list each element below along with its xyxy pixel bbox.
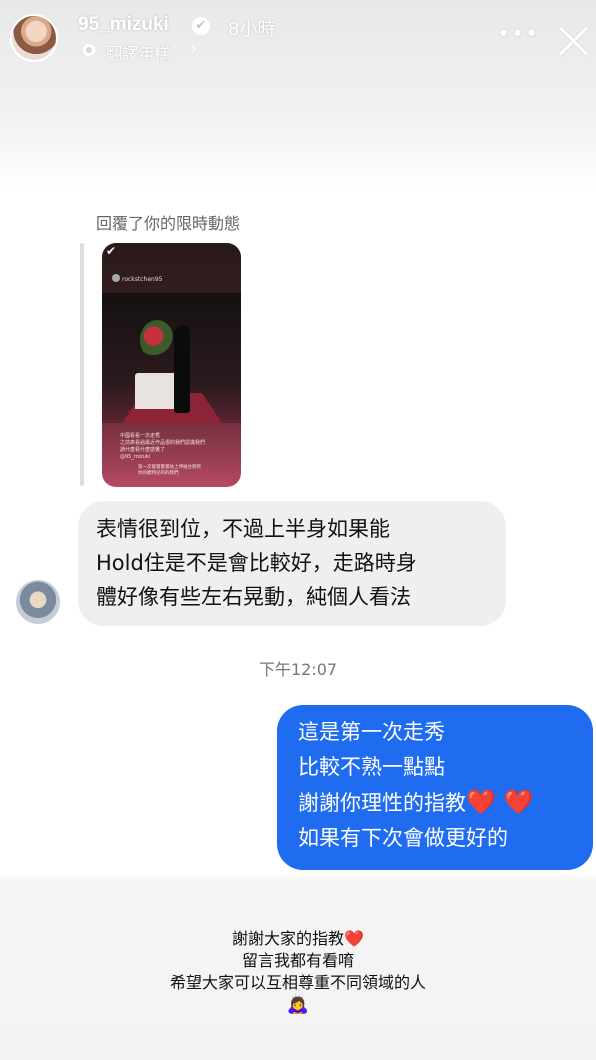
check-icon: ✔ [106,244,117,258]
thumb-caption: 中國看看一次走秀 之前來看過最近作品很的我們認識我們 請什麼看什麼感覺了 @95… [120,433,205,461]
thumb-caption-line: 請什麼看什麼感覺了 [120,447,166,453]
chevron-right-icon[interactable]: › [190,38,197,59]
message-line: Hold住是不是會比較好，走路時身 [96,551,417,575]
reply-quote-bar [80,243,84,486]
message-line: 比較不熟一點點 [298,755,445,779]
thumb-table [135,373,177,409]
message-line: 如果有下次會做更好的 [298,826,508,850]
sender-avatar[interactable] [16,580,60,624]
thumb-model-figure [174,325,190,413]
message-line: 體好像有些左右晃動，純個人看法 [96,585,411,609]
outgoing-message-text: 這是第一次走秀 比較不熟一點點 謝謝你理性的指教❤️ ❤️ 如果有下次會做更好的 [298,715,533,856]
message-line: 這是第一次走秀 [298,720,445,744]
message-line: 表情很到位，不過上半身如果能 [96,517,390,541]
story-header: 95_mizuki ✔ 8小時 翻譯年糕 › ••• [0,0,596,80]
thumb-flowers [140,320,174,360]
thumb-avatar [112,274,120,282]
message-line-text: 謝謝你理性的指教 [298,791,466,815]
username[interactable]: 95_mizuki [78,14,169,36]
heart-icon: ❤️ [344,929,364,948]
caption-line: 留言我都有看唷 [241,951,354,970]
reply-context-label: 回覆了你的限時動態 [96,214,241,233]
incoming-message-text: 表情很到位，不過上半身如果能 Hold住是不是會比較好，走路時身 體好像有些左右… [96,512,496,614]
replied-story-thumbnail[interactable]: ✔ rockstchen95 中國看看一次走秀 之前來看過最近作品很的我們認識我… [102,243,241,487]
caption-line: 謝謝大家的指教❤️ [0,928,596,950]
story-caption: 謝謝大家的指教❤️ 留言我都有看唷 希望大家可以互相尊重不同領域的人 🙇‍♀️ [0,928,596,1016]
thumb-caption-2: 第一次嘗嘗嘗嘗站上伸展台跨跨 你的模特兒的的我們 [138,465,201,477]
message-line: 謝謝你理性的指教❤️ ❤️ [298,785,533,821]
thumb-caption-line: 中國看看一次走秀 [120,433,161,439]
thumb-username: rockstchen95 [122,276,163,283]
profile-avatar[interactable] [10,14,58,62]
heart-icon: ❤️ ❤️ [466,788,534,816]
thumb-caption-line: 之前來看過最近作品很的我們認識我們 [120,440,206,446]
bowing-person-icon: 🙇‍♀️ [286,994,310,1015]
more-options-button[interactable]: ••• [497,22,539,47]
translate-link[interactable]: 翻譯年糕 [106,40,170,64]
caption-line-text: 謝謝大家的指教 [232,929,345,948]
thumb-caption-line: @95_mizuki [120,454,151,460]
verified-badge-icon: ✔ [192,17,210,35]
close-button[interactable] [556,22,592,58]
post-time: 8小時 [228,19,276,40]
caption-line: 希望大家可以互相尊重不同領域的人 [169,973,426,992]
thumb-caption-line: 你的模特兒的的我們 [138,471,179,476]
message-timestamp: 下午12:07 [258,660,338,679]
music-icon [83,44,95,56]
